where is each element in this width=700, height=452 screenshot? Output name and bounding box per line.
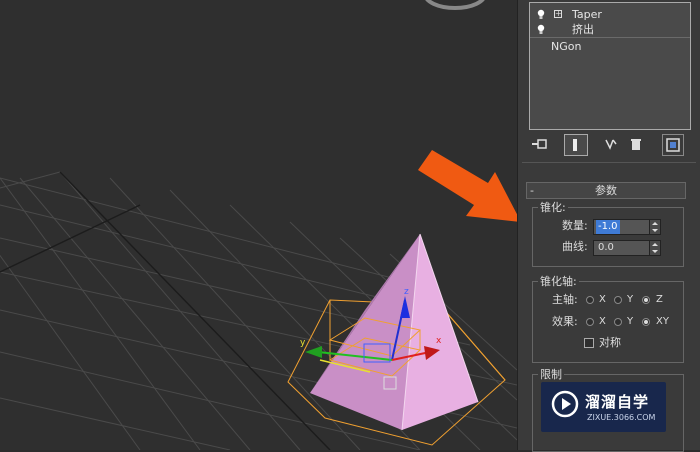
taper-axis-group-label: 锥化轴: <box>538 275 579 288</box>
effect-x-label: X <box>599 316 606 327</box>
watermark-badge: 溜溜自学 ZIXUE.3066.COM <box>541 382 666 432</box>
remove-modifier-icon <box>631 139 641 150</box>
stack-item-ngon[interactable]: NGon <box>530 39 690 54</box>
amount-value[interactable]: -1.0 <box>596 220 620 234</box>
taper-group-label: 锥化: <box>538 201 568 214</box>
play-logo-icon <box>551 390 579 418</box>
make-unique-icon <box>605 139 617 150</box>
gizmo-x-label: x <box>436 336 442 346</box>
annotation-arrow-icon <box>418 150 517 222</box>
effect-xy-radio[interactable] <box>642 318 650 326</box>
amount-spinner[interactable]: -1.0 <box>593 219 661 235</box>
effect-y-label: Y <box>627 316 634 327</box>
stack-item-label: 挤出 <box>572 23 594 36</box>
primary-x-label: X <box>599 294 606 305</box>
limit-group-label: 限制 <box>538 368 564 381</box>
curve-value[interactable]: 0.0 <box>596 241 616 255</box>
primary-x-radio[interactable] <box>586 296 594 304</box>
watermark-url: ZIXUE.3066.COM <box>587 413 656 422</box>
effect-xy-label: XY <box>656 316 669 327</box>
curve-label: 曲线: <box>562 240 588 253</box>
expand-icon[interactable]: + <box>554 10 562 18</box>
remove-modifier-button[interactable] <box>626 134 646 154</box>
gizmo-y-label: y <box>300 338 306 348</box>
stack-item-extrude[interactable]: 挤出 <box>530 22 690 38</box>
spinner-arrows-icon[interactable] <box>649 220 660 234</box>
taper-group <box>532 207 684 267</box>
primary-axis-label: 主轴: <box>552 293 578 306</box>
show-end-result-button[interactable] <box>564 134 588 156</box>
symmetry-checkbox[interactable] <box>584 338 594 348</box>
primary-y-label: Y <box>627 294 634 305</box>
stack-item-taper[interactable]: + Taper <box>530 7 690 22</box>
stack-item-label: NGon <box>551 40 582 53</box>
configure-modifier-sets-icon <box>666 138 680 152</box>
viewcube-ring-icon <box>425 0 485 10</box>
curve-spinner[interactable]: 0.0 <box>593 240 661 256</box>
show-end-result-icon <box>573 139 577 151</box>
effect-y-radio[interactable] <box>614 318 622 326</box>
primary-y-radio[interactable] <box>614 296 622 304</box>
modifier-stack-toolbar <box>522 134 698 156</box>
viewport-canvas: z y x <box>0 0 517 450</box>
parameters-rollout-header[interactable]: - 参数 <box>526 182 686 199</box>
primary-z-label: Z <box>656 294 663 305</box>
lightbulb-icon[interactable] <box>537 9 545 19</box>
effect-axis-label: 效果: <box>552 315 578 328</box>
primary-z-radio[interactable] <box>642 296 650 304</box>
rollout-title: 参数 <box>595 184 617 197</box>
amount-label: 数量: <box>562 219 588 232</box>
pin-stack-icon <box>532 139 547 149</box>
symmetry-label: 对称 <box>599 336 621 349</box>
watermark-title: 溜溜自学 <box>585 393 650 411</box>
pin-stack-button[interactable] <box>530 134 550 154</box>
panel-divider <box>522 162 696 163</box>
make-unique-button[interactable] <box>602 134 622 154</box>
modifier-stack-list[interactable]: + Taper 挤出 NGon <box>529 2 691 130</box>
lightbulb-icon[interactable] <box>537 24 545 34</box>
gizmo-z-label: z <box>404 287 409 297</box>
spinner-arrows-icon[interactable] <box>649 241 660 255</box>
perspective-viewport[interactable]: z y x <box>0 0 517 450</box>
stack-item-label: Taper <box>572 8 602 21</box>
effect-x-radio[interactable] <box>586 318 594 326</box>
configure-modifier-sets-button[interactable] <box>662 134 684 156</box>
